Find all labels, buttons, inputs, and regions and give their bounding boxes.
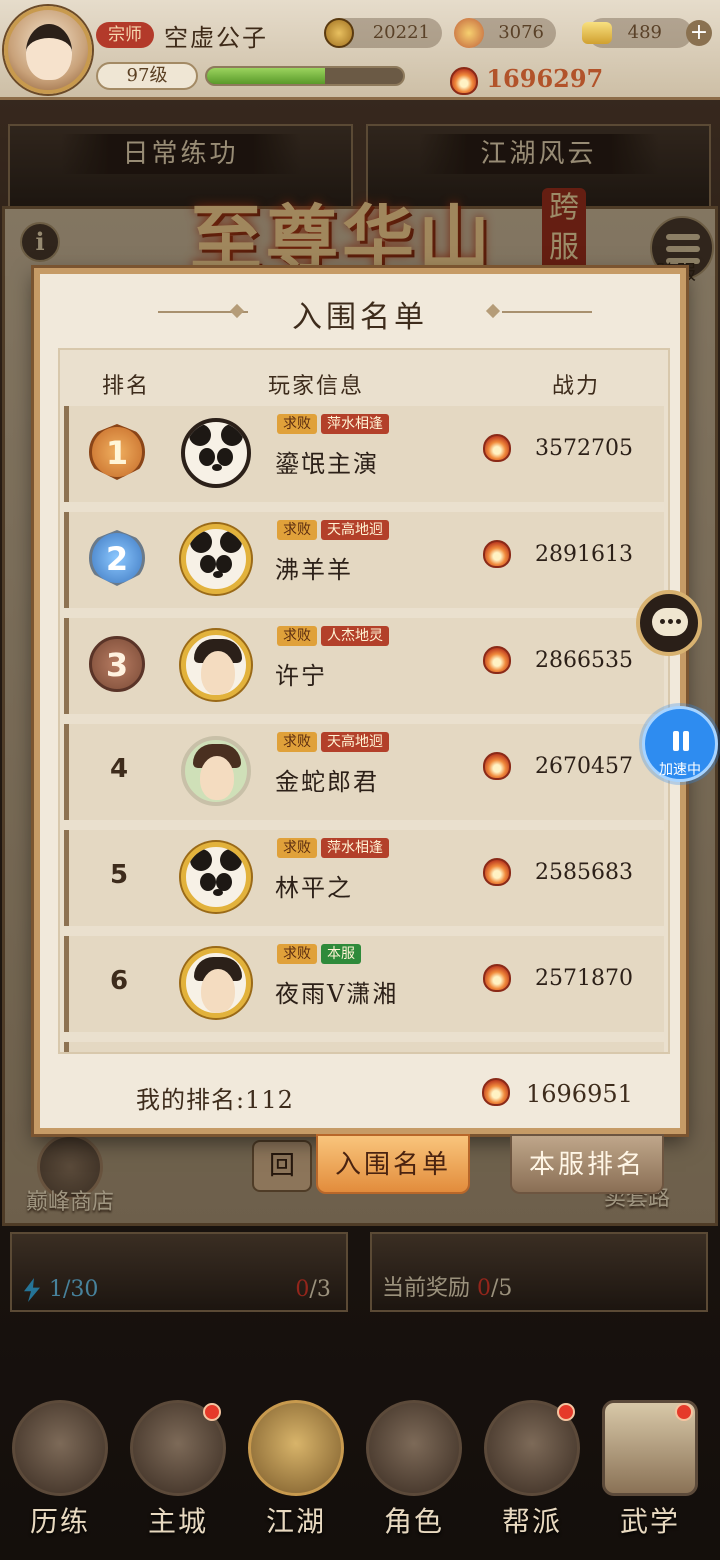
guild-icon: [484, 1400, 580, 1496]
player-name: 鎏氓主演: [275, 450, 379, 478]
nav-label: 武学: [619, 1505, 680, 1538]
power-flame-icon: [483, 646, 511, 674]
player-name: 金蛇郎君: [275, 768, 379, 796]
nav-label: 角色: [383, 1505, 444, 1538]
table-row[interactable]: 3 求败 人杰地灵 许宁 2866535: [64, 618, 664, 714]
add-gold-button[interactable]: +: [686, 20, 712, 46]
player-avatar-male[interactable]: [181, 736, 251, 806]
player-name: 空虚公子: [164, 24, 268, 52]
power-flame-icon: [450, 66, 478, 95]
speedup-button[interactable]: 加速中: [642, 706, 718, 782]
player-tags: 求败 天高地迥: [277, 520, 393, 540]
power-flame-icon: [483, 858, 511, 886]
power-flame-icon: [483, 540, 511, 568]
rank-number: 6: [109, 966, 129, 996]
table-row[interactable]: 6 求败 本服 夜雨V潇湘 2571870: [64, 936, 664, 1032]
player-name: 许宁: [275, 662, 327, 690]
top-status-bar: 宗师 空虚公子 97级 20221 3076 489 + 1696297: [0, 0, 720, 100]
silver-medal-icon: 2: [89, 530, 145, 586]
exp-bar: [205, 66, 405, 86]
main-city-icon: [130, 1400, 226, 1496]
nav-label: 历练: [29, 1505, 90, 1538]
gem-icon: [454, 18, 484, 48]
jianghu-icon: [248, 1400, 344, 1496]
player-tags: 求败 萍水相逢: [277, 838, 393, 858]
nav-main-city[interactable]: 主城: [120, 1400, 236, 1540]
my-rank: 我的排名:112: [136, 1086, 294, 1114]
table-row-partial: [64, 1042, 664, 1052]
player-tags: 求败 人杰地灵: [277, 626, 393, 646]
tab-shortlist[interactable]: 入围名单: [316, 1134, 470, 1194]
rank-title-badge: 宗师: [96, 22, 154, 48]
player-avatar-panda[interactable]: [181, 842, 251, 912]
power-flame-icon: [483, 434, 511, 462]
player-tags: 求败 萍水相逢: [277, 414, 393, 434]
player-name: 沸羊羊: [275, 556, 353, 584]
notification-dot: [675, 1403, 693, 1421]
player-avatar-panda[interactable]: [181, 524, 251, 594]
player-avatar[interactable]: [4, 6, 92, 94]
bronze-medal-icon: 3: [89, 636, 145, 692]
character-icon: [366, 1400, 462, 1496]
player-power: 2585683: [535, 860, 633, 885]
player-tags: 求败 本服: [277, 944, 365, 964]
table-row[interactable]: 4 求败 天高地迥 金蛇郎君 2670457: [64, 724, 664, 820]
pause-icon: [683, 731, 689, 751]
power-flame-icon: [483, 752, 511, 780]
table-row[interactable]: 2 求败 天高地迥 沸羊羊 2891613: [64, 512, 664, 608]
rank-number: 4: [109, 754, 129, 784]
coin-icon: [324, 18, 354, 48]
level-badge: 97级: [96, 62, 198, 90]
table-row[interactable]: 5 求败 萍水相逢 林平之 2585683: [64, 830, 664, 926]
modal-title: 入围名单: [292, 300, 428, 335]
nav-guild[interactable]: 帮派: [474, 1400, 590, 1540]
my-power: 1696951: [526, 1080, 633, 1108]
pause-icon: [673, 731, 679, 751]
player-avatar-female[interactable]: [181, 948, 251, 1018]
header-player-info: 玩家信息: [268, 374, 365, 399]
ranking-table[interactable]: 排名 玩家信息 战力 1 求败 萍水相逢 鎏氓主演 3572705 2 求败 天高地: [58, 348, 670, 1054]
table-row[interactable]: 1 求败 萍水相逢 鎏氓主演 3572705: [64, 406, 664, 502]
player-power: 2891613: [535, 542, 633, 567]
player-power: 2571870: [535, 966, 633, 991]
rank-number: 5: [109, 860, 129, 890]
player-power: 2866535: [535, 648, 633, 673]
gold-ingot-icon: [582, 22, 612, 44]
chat-button[interactable]: [636, 590, 702, 656]
nav-jianghu[interactable]: 江湖: [238, 1400, 354, 1540]
bottom-navigation: 历练 主城 江湖 角色 帮派 武学: [0, 1390, 720, 1560]
gold-medal-icon: 1: [89, 424, 145, 480]
header-rank: 排名: [102, 374, 151, 399]
scroll-icon: [602, 1400, 698, 1496]
training-icon: [12, 1400, 108, 1496]
nav-training[interactable]: 历练: [2, 1400, 118, 1540]
speedup-label: 加速中: [659, 762, 701, 778]
player-name: 林平之: [275, 874, 353, 902]
chat-icon: [652, 608, 688, 636]
player-power: 1696297: [450, 64, 603, 95]
nav-martial-arts[interactable]: 武学: [592, 1400, 708, 1540]
power-flame-icon: [482, 1078, 510, 1106]
nav-label: 主城: [147, 1505, 208, 1538]
nav-label: 帮派: [501, 1505, 562, 1538]
tab-server-ranking[interactable]: 本服排名: [510, 1134, 664, 1194]
player-power: 3572705: [535, 436, 633, 461]
player-tags: 求败 天高地迥: [277, 732, 393, 752]
player-avatar-panda[interactable]: [181, 418, 251, 488]
power-flame-icon: [483, 964, 511, 992]
notification-dot: [557, 1403, 575, 1421]
nav-character[interactable]: 角色: [356, 1400, 472, 1540]
player-power: 2670457: [535, 754, 633, 779]
title-divider-right: [502, 311, 592, 313]
gem-counter: 3076: [454, 18, 556, 48]
header-power: 战力: [552, 374, 601, 399]
exp-bar-fill: [207, 68, 325, 84]
player-name: 夜雨V潇湘: [275, 980, 399, 1008]
notification-dot: [203, 1403, 221, 1421]
nav-label: 江湖: [265, 1505, 326, 1538]
player-avatar-female[interactable]: [181, 630, 251, 700]
shortlist-modal: 入围名单 排名 玩家信息 战力 1 求败萍水相逢 鎏氓主演 3572705 2: [34, 268, 686, 1134]
coin-counter: 20221: [324, 18, 442, 48]
gold-counter: 489: [582, 18, 692, 48]
